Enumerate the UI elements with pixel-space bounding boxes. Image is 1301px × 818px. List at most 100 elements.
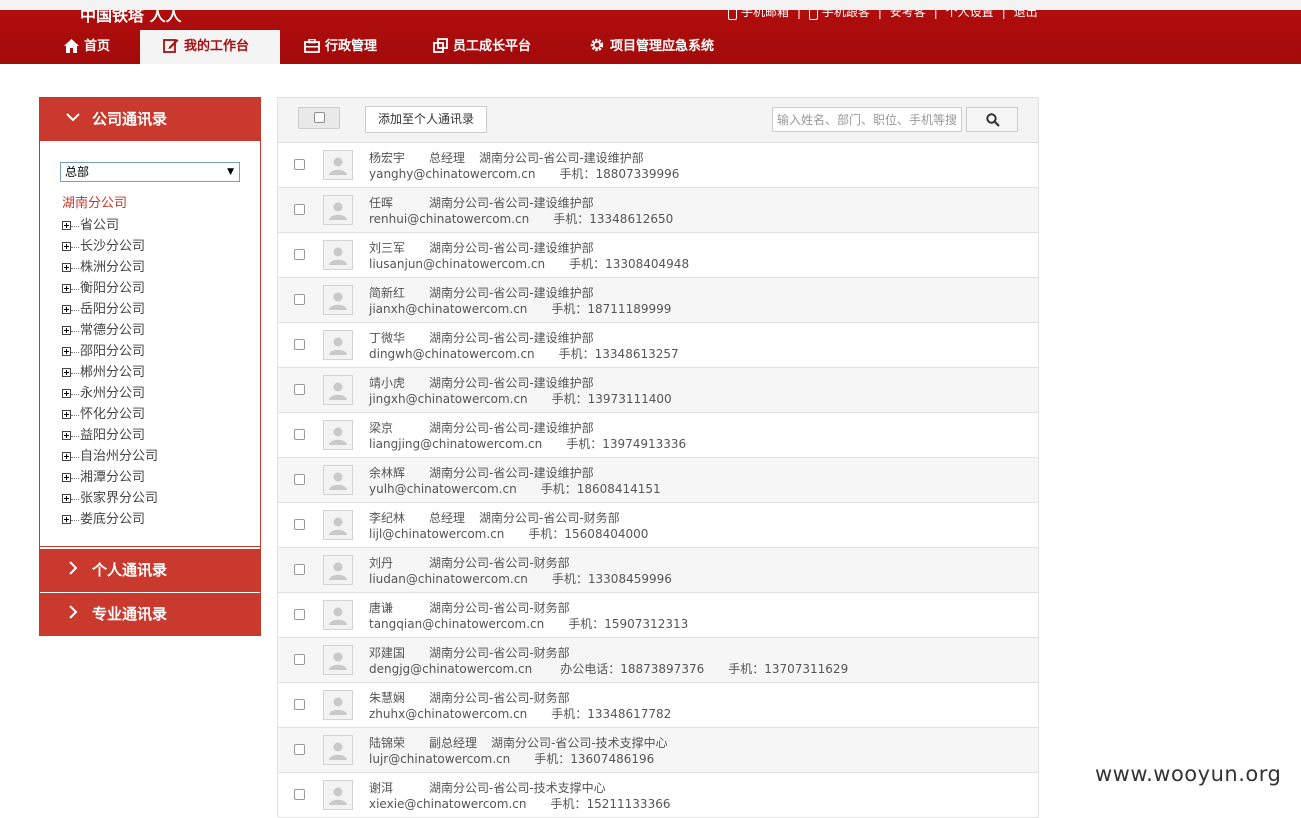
tree-node[interactable]: 株洲分公司 — [62, 258, 158, 279]
contact-mobile: 手机：18608414151 — [540, 482, 661, 496]
row-checkbox[interactable] — [294, 519, 305, 530]
avatar — [323, 600, 353, 630]
tree-node-label: 郴州分公司 — [80, 365, 146, 380]
expand-plus-icon[interactable] — [62, 389, 71, 398]
contact-row: 梁京 湖南分公司-省公司-建设维护部 liangjing@chinatowercom… — [278, 413, 1038, 458]
row-checkbox[interactable] — [294, 294, 305, 305]
tree-node[interactable]: 永州分公司 — [62, 384, 158, 405]
org-select[interactable]: 总部 ▼ — [60, 162, 240, 182]
accordion-personal[interactable]: 个人通讯录 — [40, 549, 260, 592]
row-checkbox[interactable] — [294, 159, 305, 170]
avatar — [323, 375, 353, 405]
top-link-mail[interactable]: 手机邮箱 — [741, 10, 789, 19]
tree-node[interactable]: 益阳分公司 — [62, 426, 158, 447]
row-checkbox[interactable] — [294, 564, 305, 575]
contact-row: 简新红 湖南分公司-省公司-建设维护部 jianxh@chinatowercom.c… — [278, 278, 1038, 323]
expand-plus-icon[interactable] — [62, 410, 71, 419]
search-icon — [986, 113, 1000, 127]
contact-mobile: 手机：13974913336 — [566, 437, 687, 451]
edit-icon — [163, 39, 179, 53]
accordion-personal-label: 个人通讯录 — [92, 561, 168, 579]
expand-plus-icon[interactable] — [62, 494, 71, 503]
expand-plus-icon[interactable] — [62, 221, 71, 230]
avatar — [323, 420, 353, 450]
contact-line-secondary: lujr@chinatowercom.cn 手机：13607486196 — [369, 750, 654, 767]
tree-root[interactable]: 湖南分公司 — [62, 195, 158, 216]
expand-plus-icon[interactable] — [62, 431, 71, 440]
expand-plus-icon[interactable] — [62, 368, 71, 377]
nav-admin-label: 行政管理 — [325, 39, 378, 54]
user-placeholder-icon — [329, 517, 347, 535]
top-link-logout[interactable]: 退出 — [1014, 10, 1038, 19]
accordion-company[interactable]: 公司通讯录 — [40, 98, 260, 141]
row-checkbox[interactable] — [294, 339, 305, 350]
tree-node[interactable]: 自治州分公司 — [62, 447, 158, 468]
contact-mobile: 手机：13707311629 — [728, 662, 849, 676]
expand-plus-icon[interactable] — [62, 326, 71, 335]
expand-plus-icon[interactable] — [62, 452, 71, 461]
tree-node[interactable]: 娄底分公司 — [62, 510, 158, 531]
add-to-personal-button[interactable]: 添加至个人通讯录 — [365, 106, 487, 133]
row-checkbox[interactable] — [294, 744, 305, 755]
expand-plus-icon[interactable] — [62, 473, 71, 482]
row-checkbox[interactable] — [294, 789, 305, 800]
row-checkbox[interactable] — [294, 699, 305, 710]
row-checkbox[interactable] — [294, 609, 305, 620]
avatar — [323, 240, 353, 270]
contact-dept: 湖南分公司-省公司-财务部 — [429, 691, 570, 705]
expand-plus-icon[interactable] — [62, 263, 71, 272]
search-button[interactable] — [966, 107, 1018, 132]
tree-node[interactable]: 常德分公司 — [62, 321, 158, 342]
contact-mobile: 手机：13348613257 — [558, 347, 679, 361]
top-link-exam[interactable]: 安考客 — [890, 10, 926, 19]
external-link-icon — [433, 38, 448, 53]
avatar — [323, 285, 353, 315]
top-link-settings[interactable]: 个人设置 — [946, 10, 994, 19]
contact-mobile: 手机：15907312313 — [568, 617, 689, 631]
nav-project-label: 项目管理应急系统 — [610, 39, 715, 54]
search-input[interactable] — [772, 107, 962, 132]
row-checkbox[interactable] — [294, 384, 305, 395]
tree-node[interactable]: 张家界分公司 — [62, 489, 158, 510]
row-checkbox[interactable] — [294, 654, 305, 665]
expand-plus-icon[interactable] — [62, 515, 71, 524]
nav-project[interactable]: 项目管理应急系统 — [579, 30, 724, 64]
expand-plus-icon[interactable] — [62, 305, 71, 314]
tree-node[interactable]: 岳阳分公司 — [62, 300, 158, 321]
contact-line-primary: 刘丹 湖南分公司-省公司-财务部 — [369, 554, 570, 571]
expand-plus-icon[interactable] — [62, 284, 71, 293]
row-checkbox[interactable] — [294, 474, 305, 485]
avatar — [323, 465, 353, 495]
nav-workbench[interactable]: 我的工作台 — [140, 30, 280, 64]
contact-line-primary: 朱慧娴 湖南分公司-省公司-财务部 — [369, 689, 570, 706]
contact-dept: 湖南分公司-省公司-财务部 — [429, 601, 570, 615]
tree-node[interactable]: 长沙分公司 — [62, 237, 158, 258]
contact-line-primary: 梁京 湖南分公司-省公司-建设维护部 — [369, 419, 594, 436]
nav-home[interactable]: 首页 — [52, 30, 122, 64]
tree-node[interactable]: 省公司 — [62, 216, 158, 237]
avatar — [323, 690, 353, 720]
contact-name: 李纪林 — [369, 511, 406, 525]
contact-mobile: 手机：18807339996 — [559, 167, 680, 181]
nav-admin[interactable]: 行政管理 — [294, 30, 387, 64]
expand-plus-icon[interactable] — [62, 347, 71, 356]
contact-email: zhuhx@chinatowercom.cn — [369, 707, 528, 721]
top-link-client[interactable]: 手机跟客 — [822, 10, 870, 19]
tree-node[interactable]: 郴州分公司 — [62, 363, 158, 384]
accordion-professional[interactable]: 专业通讯录 — [40, 593, 260, 636]
row-checkbox[interactable] — [294, 204, 305, 215]
row-checkbox[interactable] — [294, 249, 305, 260]
contact-line-secondary: yanghy@chinatowercom.cn 手机：18807339996 — [369, 165, 679, 182]
contact-dept: 湖南分公司-省公司-建设维护部 — [429, 286, 594, 300]
top-links: 手机邮箱 | 手机跟客 | 安考客 | 个人设置 | 退出 — [728, 10, 1042, 20]
tree-node[interactable]: 怀化分公司 — [62, 405, 158, 426]
tree-node[interactable]: 邵阳分公司 — [62, 342, 158, 363]
nav-growth[interactable]: 员工成长平台 — [423, 30, 541, 64]
expand-plus-icon[interactable] — [62, 242, 71, 251]
contact-name: 简新红 — [369, 286, 406, 300]
select-all-checkbox[interactable] — [298, 107, 340, 129]
tree-node[interactable]: 湘潭分公司 — [62, 468, 158, 489]
contact-mobile: 手机：15608404000 — [528, 527, 649, 541]
tree-node[interactable]: 衡阳分公司 — [62, 279, 158, 300]
row-checkbox[interactable] — [294, 429, 305, 440]
